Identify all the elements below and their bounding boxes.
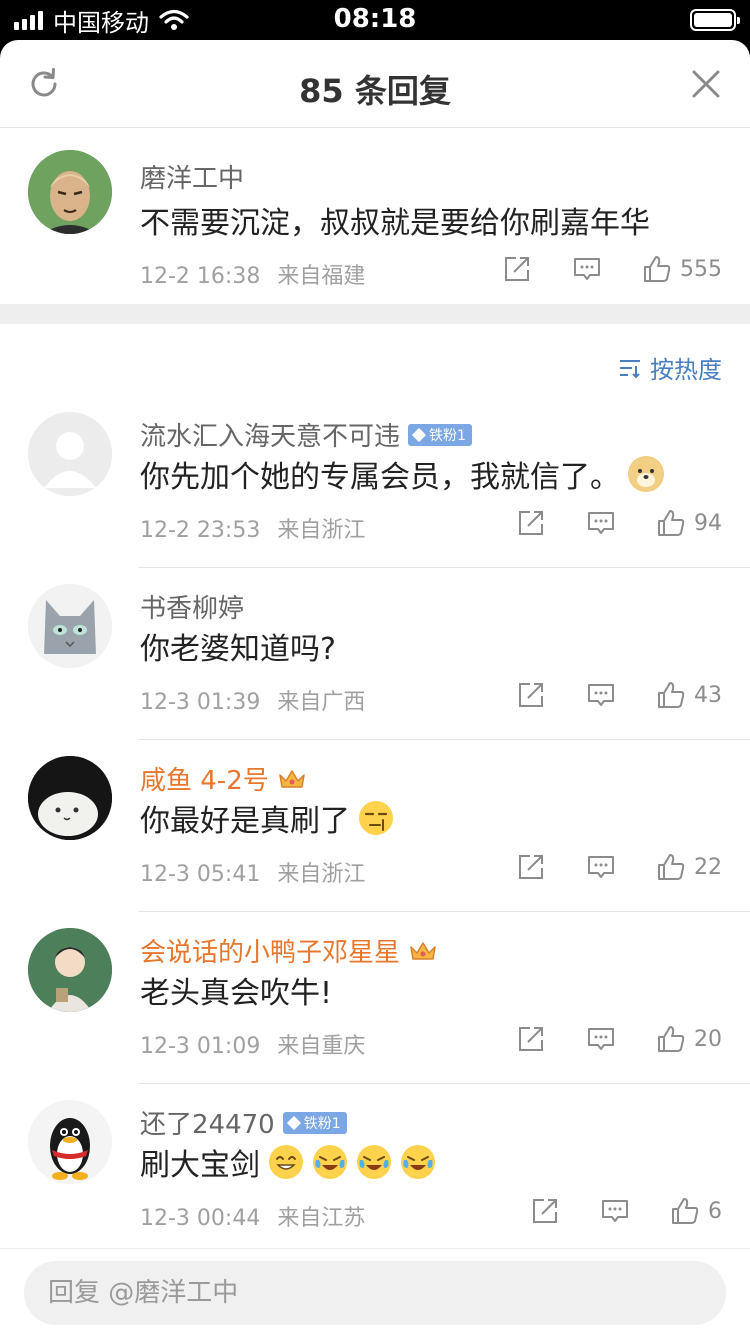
main-comment: 磨洋工中 不需要沉淀，叔叔就是要给你刷嘉年华 12-2 16:38 来自福建 5… [0, 128, 750, 304]
status-bar: 中国移动 08:18 [0, 0, 750, 40]
smirk-emoji-icon [358, 800, 394, 836]
reply-location: 来自广西 [277, 690, 366, 715]
reply-meta: 12-3 01:09 来自重庆 [140, 1028, 365, 1060]
replies-sheet: 85 条回复 磨洋工中 不需要沉淀，叔叔就是要给你刷嘉年华 12-2 16:38… [0, 40, 750, 1334]
laugh-cry-emoji-icon [400, 1144, 436, 1180]
comment-icon[interactable] [600, 1196, 630, 1226]
share-icon[interactable] [516, 852, 546, 882]
comment-icon[interactable] [586, 508, 616, 538]
sort-button[interactable]: 按热度 [618, 350, 722, 385]
reply-time: 12-3 05:41 [140, 862, 261, 887]
reply-actions: 43 [516, 680, 722, 710]
reply-author[interactable]: 流水汇入海天意不可违 铁粉1 [140, 416, 472, 453]
reply-actions: 22 [516, 852, 722, 882]
reply-author[interactable]: 咸鱼 4-2号 [140, 760, 307, 797]
reply-actions: 20 [516, 1024, 722, 1054]
crown-icon [278, 769, 305, 788]
clock: 08:18 [333, 4, 417, 34]
like-count: 22 [694, 854, 722, 880]
reply-location: 来自重庆 [277, 1034, 366, 1059]
reply-time: 12-3 00:44 [140, 1206, 261, 1231]
share-icon[interactable] [516, 680, 546, 710]
sort-row: 按热度 [0, 324, 750, 396]
laugh-cry-emoji-icon [356, 1144, 392, 1180]
reply-actions: 6 [530, 1196, 722, 1226]
like-count: 94 [694, 510, 722, 536]
reply-location: 来自江苏 [277, 1206, 366, 1231]
avatar[interactable] [28, 584, 112, 668]
like-icon[interactable] [656, 508, 686, 538]
reply-location: 来自浙江 [277, 518, 366, 543]
reply-item: 流水汇入海天意不可违 铁粉1 你先加个她的专属会员，我就信了。 12-2 23:… [0, 396, 750, 568]
reply-meta: 12-3 01:39 来自广西 [140, 684, 365, 716]
like-icon[interactable] [670, 1196, 700, 1226]
reply-input[interactable]: 回复 @磨洋工中 [24, 1261, 726, 1325]
reply-actions: 94 [516, 508, 722, 538]
reply-text: 老头真会吹牛! [140, 976, 333, 1011]
section-divider [0, 304, 750, 324]
reply-meta: 12-3 00:44 来自江苏 [140, 1200, 365, 1232]
comment-icon[interactable] [572, 254, 602, 284]
laugh-cry-emoji-icon [312, 1144, 348, 1180]
reply-meta: 12-2 23:53 来自浙江 [140, 512, 365, 544]
comment-icon[interactable] [586, 1024, 616, 1054]
comment-actions: 555 [502, 254, 722, 284]
reply-time: 12-3 01:39 [140, 690, 261, 715]
share-icon[interactable] [530, 1196, 560, 1226]
crown-icon [410, 941, 436, 960]
comment-icon[interactable] [586, 852, 616, 882]
battery-icon [690, 9, 740, 31]
fan-badge: 铁粉1 [282, 1111, 347, 1134]
doge-emoji-icon [628, 456, 664, 492]
share-icon[interactable] [516, 508, 546, 538]
reply-location: 来自浙江 [277, 862, 366, 887]
like-count: 6 [708, 1198, 722, 1224]
reply-text: 你老婆知道吗? [140, 632, 336, 667]
reply-item: 还了24470 铁粉1 刷大宝剑 12-3 00:44 来自江苏 6 [0, 1084, 750, 1256]
reply-time: 12-2 23:53 [140, 518, 261, 543]
sort-icon [620, 359, 640, 378]
reply-text: 你先加个她的专属会员，我就信了。 [140, 452, 664, 496]
comment-location: 来自福建 [277, 264, 366, 289]
reply-meta: 12-3 05:41 来自浙江 [140, 856, 365, 888]
reply-item: 书香柳婷 你老婆知道吗? 12-3 01:39 来自广西 43 [0, 568, 750, 740]
avatar[interactable] [28, 1100, 112, 1184]
avatar[interactable] [28, 150, 112, 234]
reply-text: 你最好是真刷了 [140, 796, 394, 840]
share-icon[interactable] [502, 254, 532, 284]
comment-author[interactable]: 磨洋工中 [140, 158, 244, 195]
close-icon[interactable] [690, 68, 722, 100]
like-icon[interactable] [642, 254, 672, 284]
avatar[interactable] [28, 756, 112, 840]
reply-text: 刷大宝剑 [140, 1140, 436, 1184]
like-icon[interactable] [656, 680, 686, 710]
comment-text: 不需要沉淀，叔叔就是要给你刷嘉年华 [140, 206, 650, 241]
sort-label: 按热度 [650, 356, 722, 384]
fan-badge: 铁粉1 [408, 423, 472, 446]
reply-author[interactable]: 书香柳婷 [140, 588, 244, 625]
like-icon[interactable] [656, 1024, 686, 1054]
smile-emoji-icon [268, 1144, 304, 1180]
sheet-header: 85 条回复 [0, 40, 750, 128]
like-count: 43 [694, 682, 722, 708]
like-count: 555 [680, 256, 722, 282]
reply-time: 12-3 01:09 [140, 1034, 261, 1059]
like-icon[interactable] [656, 852, 686, 882]
sheet-title: 85 条回复 [299, 72, 451, 110]
avatar[interactable] [28, 412, 112, 496]
comment-meta: 12-2 16:38 来自福建 [140, 258, 365, 290]
reply-author[interactable]: 还了24470 铁粉1 [140, 1104, 347, 1141]
avatar[interactable] [28, 928, 112, 1012]
like-count: 20 [694, 1026, 722, 1052]
comment-icon[interactable] [586, 680, 616, 710]
comment-time: 12-2 16:38 [140, 264, 261, 289]
share-icon[interactable] [516, 1024, 546, 1054]
reply-item: 会说话的小鸭子邓星星 老头真会吹牛! 12-3 01:09 来自重庆 20 [0, 912, 750, 1084]
reply-bar: 回复 @磨洋工中 [0, 1248, 750, 1334]
reply-author[interactable]: 会说话的小鸭子邓星星 [140, 932, 438, 969]
reply-item: 咸鱼 4-2号 你最好是真刷了 12-3 05:41 来自浙江 22 [0, 740, 750, 912]
